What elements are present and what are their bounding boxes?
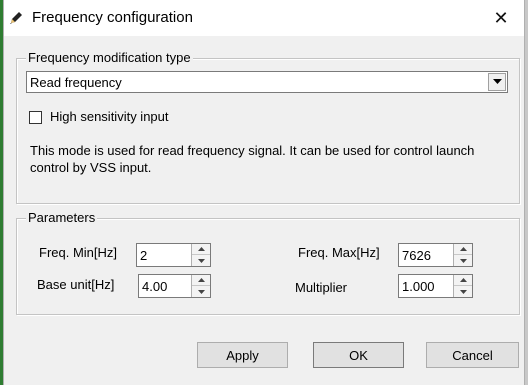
triangle-down-icon[interactable] <box>192 255 210 266</box>
high-sensitivity-label[interactable]: High sensitivity input <box>50 109 169 124</box>
freq-max-label: Freq. Max[Hz] <box>298 245 380 260</box>
group-legend-frequency-type: Frequency modification type <box>26 50 193 65</box>
triangle-up-icon[interactable] <box>192 275 210 286</box>
ok-button[interactable]: OK <box>313 342 404 368</box>
cancel-button[interactable]: Cancel <box>426 342 519 368</box>
triangle-down-icon[interactable] <box>192 286 210 297</box>
freq-max-spinbox[interactable]: 7626 <box>398 243 473 267</box>
base-unit-label: Base unit[Hz] <box>37 277 115 292</box>
triangle-up-icon[interactable] <box>192 244 210 255</box>
freq-min-spinbox[interactable]: 2 <box>136 243 211 267</box>
base-unit-spinbox[interactable]: 4.00 <box>138 274 211 298</box>
frequency-type-select[interactable]: Read frequency <box>26 71 508 93</box>
frequency-configuration-dialog: Frequency configuration ✕ Frequency modi… <box>3 0 525 385</box>
mode-description: This mode is used for read frequency sig… <box>30 143 475 175</box>
apply-button[interactable]: Apply <box>197 342 288 368</box>
multiplier-spin-buttons <box>453 275 472 297</box>
triangle-up-icon[interactable] <box>454 244 472 255</box>
chevron-down-icon[interactable] <box>488 73 506 91</box>
close-icon: ✕ <box>493 7 509 28</box>
close-button[interactable]: ✕ <box>478 0 524 36</box>
pencil-icon <box>8 10 24 26</box>
title-bar[interactable]: Frequency configuration ✕ <box>4 0 524 36</box>
freq-max-spin-buttons <box>453 244 472 266</box>
window-title: Frequency configuration <box>32 9 193 26</box>
multiplier-label: Multiplier <box>295 280 348 295</box>
freq-min-label: Freq. Min[Hz] <box>39 245 118 260</box>
base-unit-spin-buttons <box>191 275 210 297</box>
multiplier-spinbox[interactable]: 1.000 <box>398 274 473 298</box>
select-value: Read frequency <box>30 75 122 90</box>
base-unit-value: 4.00 <box>142 279 168 294</box>
freq-max-value: 7626 <box>402 248 431 263</box>
triangle-up-icon[interactable] <box>454 275 472 286</box>
high-sensitivity-checkbox[interactable] <box>29 111 42 124</box>
triangle-down-icon[interactable] <box>454 255 472 266</box>
freq-min-spin-buttons <box>191 244 210 266</box>
triangle-down-icon[interactable] <box>454 286 472 297</box>
multiplier-value: 1.000 <box>402 279 435 294</box>
group-legend-parameters: Parameters <box>26 210 98 225</box>
freq-min-value: 2 <box>140 248 148 263</box>
